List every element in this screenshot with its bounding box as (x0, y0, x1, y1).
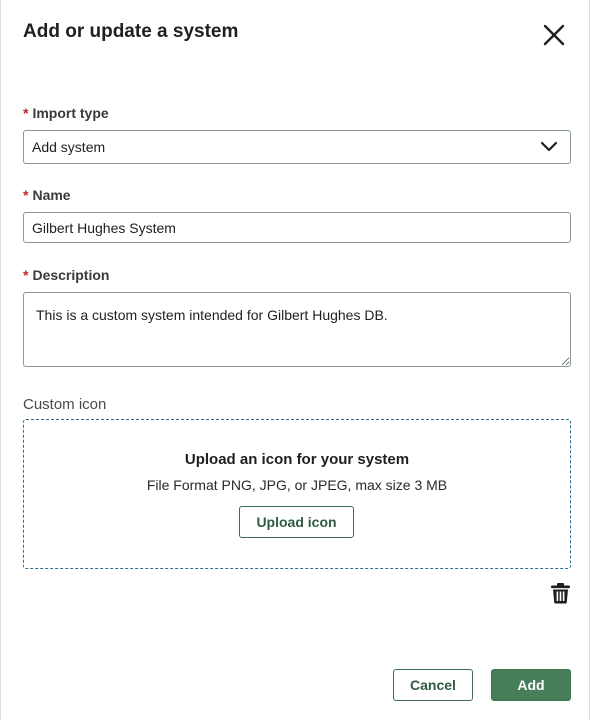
dialog-title: Add or update a system (23, 21, 239, 42)
upload-title: Upload an icon for your system (184, 451, 410, 468)
description-label-text: Description (32, 267, 110, 283)
cancel-button[interactable]: Cancel (393, 669, 473, 701)
name-label-text: Name (32, 187, 71, 203)
description-label: * Description (23, 267, 109, 283)
required-marker: * (23, 105, 29, 121)
add-system-dialog: Add or update a system * Import type Add … (0, 0, 590, 720)
add-button[interactable]: Add (491, 669, 571, 701)
name-input[interactable] (23, 212, 571, 243)
description-textarea[interactable]: This is a custom system intended for Gil… (23, 292, 571, 367)
import-type-label: * Import type (23, 105, 109, 121)
close-icon (543, 24, 565, 46)
upload-hint: File Format PNG, JPG, or JPEG, max size … (146, 477, 448, 493)
required-marker: * (23, 267, 29, 283)
delete-icon-button[interactable] (550, 582, 571, 604)
close-button[interactable] (540, 21, 568, 49)
import-type-value: Add system (32, 139, 106, 155)
trash-icon (551, 583, 570, 604)
chevron-down-icon (540, 141, 558, 152)
icon-dropzone[interactable]: Upload an icon for your system File Form… (23, 419, 571, 569)
name-label: * Name (23, 187, 71, 203)
upload-icon-button[interactable]: Upload icon (239, 506, 354, 538)
import-type-label-text: Import type (32, 105, 109, 121)
required-marker: * (23, 187, 29, 203)
import-type-select[interactable]: Add system (23, 130, 571, 164)
custom-icon-label: Custom icon (23, 396, 107, 413)
